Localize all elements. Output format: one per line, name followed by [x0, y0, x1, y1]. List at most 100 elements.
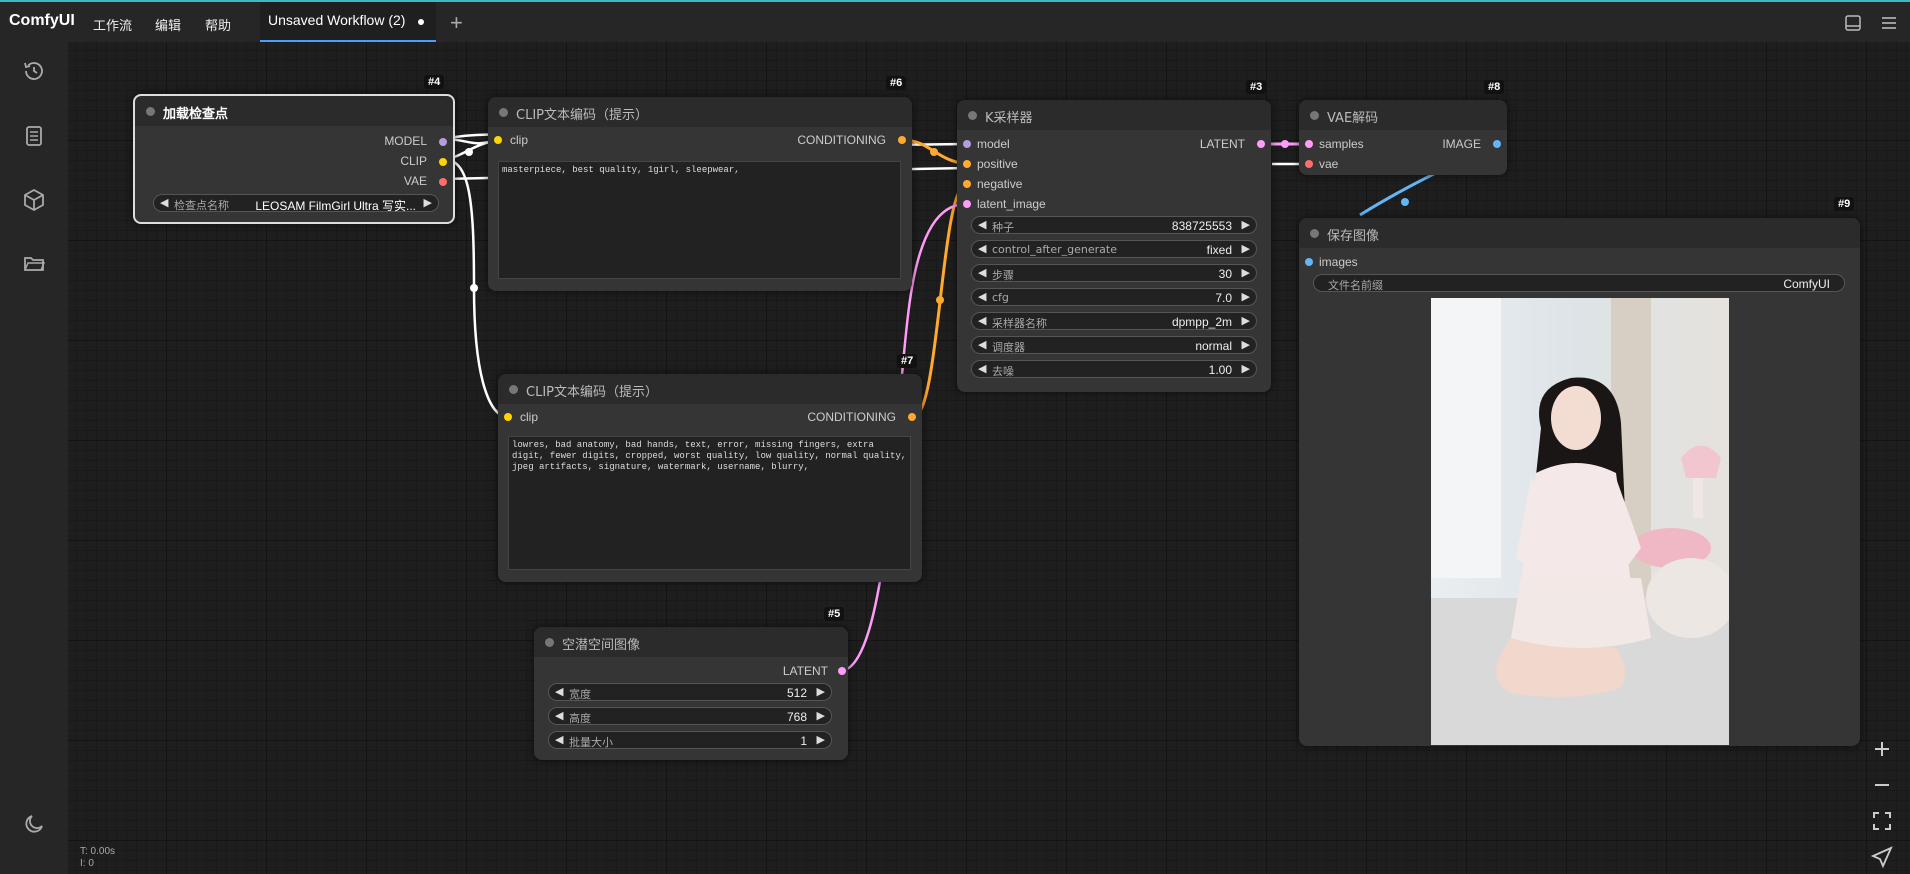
increment-arrow-icon[interactable]: ▶ [1242, 266, 1250, 279]
seed-widget[interactable]: ◀ 种子 838725553 ▶ [971, 216, 1257, 234]
batch-size-widget[interactable]: ◀ 批量大小 1 ▶ [548, 731, 832, 749]
widget-label: 种子 [992, 221, 1014, 234]
node-title: CLIP文本编码（提示） [526, 385, 658, 400]
widget-value: LEOSAM FilmGirl Ultra 写实... [255, 199, 416, 213]
node-header[interactable]: K采样器 [957, 100, 1271, 130]
increment-arrow-icon[interactable]: ▶ [1242, 218, 1250, 231]
node-title: CLIP文本编码（提示） [516, 108, 648, 123]
input-images-slot[interactable] [1305, 258, 1313, 266]
increment-arrow-icon[interactable]: ▶ [817, 709, 825, 722]
increment-arrow-icon[interactable]: ▶ [1242, 314, 1250, 327]
input-samples-slot[interactable] [1305, 140, 1313, 148]
width-widget[interactable]: ◀ 宽度 512 ▶ [548, 683, 832, 701]
node-id-badge: #9 [1834, 197, 1855, 211]
output-clip-slot[interactable] [439, 158, 447, 166]
input-negative-label: negative [977, 177, 1023, 191]
output-conditioning-slot[interactable] [908, 413, 916, 421]
input-latent-image-label: latent_image [977, 197, 1046, 211]
prompt-textarea[interactable]: masterpiece, best quality, 1girl, sleepw… [498, 161, 901, 279]
send-icon[interactable] [1870, 845, 1894, 869]
collapse-dot-icon[interactable] [1310, 111, 1319, 120]
zoom-out-icon[interactable] [1870, 773, 1894, 797]
input-latent-image-slot[interactable] [963, 200, 971, 208]
input-model-slot[interactable] [963, 140, 971, 148]
steps-widget[interactable]: ◀ 步骤 30 ▶ [971, 264, 1257, 282]
increment-arrow-icon[interactable]: ▶ [1242, 242, 1250, 255]
increment-arrow-icon[interactable]: ▶ [1242, 290, 1250, 303]
input-clip-slot[interactable] [504, 413, 512, 421]
decrement-arrow-icon[interactable]: ◀ [555, 709, 563, 722]
decrement-arrow-icon[interactable]: ◀ [978, 314, 986, 327]
decrement-arrow-icon[interactable]: ◀ [160, 196, 168, 209]
decrement-arrow-icon[interactable]: ◀ [978, 218, 986, 231]
node-header[interactable]: VAE解码 [1299, 100, 1507, 130]
decrement-arrow-icon[interactable]: ◀ [555, 733, 563, 746]
input-clip-slot[interactable] [494, 136, 502, 144]
input-vae-slot[interactable] [1305, 160, 1313, 168]
node-clip-text-encode-positive[interactable]: CLIP文本编码（提示） clip CONDITIONING masterpie… [488, 97, 912, 291]
widget-label: control_after_generate [992, 243, 1117, 256]
node-clip-text-encode-negative[interactable]: CLIP文本编码（提示） clip CONDITIONING lowres, b… [498, 374, 922, 582]
increment-arrow-icon[interactable]: ▶ [817, 733, 825, 746]
output-latent-slot[interactable] [838, 667, 846, 675]
collapse-dot-icon[interactable] [146, 107, 155, 116]
increment-arrow-icon[interactable]: ▶ [817, 685, 825, 698]
node-header[interactable]: 保存图像 [1299, 218, 1860, 248]
output-vae-slot[interactable] [439, 178, 447, 186]
node-header[interactable]: CLIP文本编码（提示） [498, 374, 922, 404]
decrement-arrow-icon[interactable]: ◀ [555, 685, 563, 698]
node-id-badge: #4 [424, 75, 445, 89]
decrement-arrow-icon[interactable]: ◀ [978, 290, 986, 303]
node-ksampler[interactable]: K采样器 model positive negative latent_imag… [957, 100, 1271, 392]
decrement-arrow-icon[interactable]: ◀ [978, 242, 986, 255]
ckpt-name-widget[interactable]: ◀ 检查点名称 LEOSAM FilmGirl Ultra 写实... ▶ [153, 194, 439, 213]
widget-value: 512 [786, 686, 807, 700]
output-model-slot[interactable] [439, 138, 447, 146]
filename-prefix-widget[interactable]: 文件名前缀 ComfyUI [1313, 274, 1845, 292]
increment-arrow-icon[interactable]: ▶ [1242, 338, 1250, 351]
input-clip-label: clip [520, 410, 539, 424]
widget-value: normal [1195, 339, 1232, 353]
generated-image-preview[interactable] [1431, 298, 1729, 745]
node-vae-decode[interactable]: VAE解码 samples vae IMAGE [1299, 100, 1507, 175]
node-header[interactable]: 加载检查点 [135, 96, 453, 126]
output-conditioning-label: CONDITIONING [807, 410, 896, 424]
decrement-arrow-icon[interactable]: ◀ [978, 266, 986, 279]
collapse-dot-icon[interactable] [509, 385, 518, 394]
queue-count-text: I: 0 [80, 858, 94, 869]
collapse-dot-icon[interactable] [545, 638, 554, 647]
input-samples-label: samples [1319, 137, 1364, 151]
output-conditioning-slot[interactable] [898, 136, 906, 144]
node-empty-latent-image[interactable]: 空潜空间图像 LATENT ◀ 宽度 512 ▶ ◀ 高度 768 ▶ ◀ 批量大小 1 ▶ [534, 627, 848, 760]
increment-arrow-icon[interactable]: ▶ [424, 196, 432, 209]
height-widget[interactable]: ◀ 高度 768 ▶ [548, 707, 832, 725]
output-latent-slot[interactable] [1257, 140, 1265, 148]
node-load-checkpoint[interactable]: 加载检查点 MODEL CLIP VAE ◀ 检查点名称 LEOSAM Film… [133, 94, 455, 224]
prompt-textarea[interactable]: lowres, bad anatomy, bad hands, text, er… [508, 436, 911, 570]
node-header[interactable]: 空潜空间图像 [534, 627, 848, 657]
zoom-in-icon[interactable] [1870, 737, 1894, 761]
cfg-widget[interactable]: ◀ cfg 7.0 ▶ [971, 288, 1257, 306]
output-image-slot[interactable] [1493, 140, 1501, 148]
output-latent-label: LATENT [1199, 137, 1245, 151]
node-id-badge: #6 [886, 76, 907, 90]
node-save-image[interactable]: 保存图像 images 文件名前缀 ComfyUI [1299, 218, 1860, 746]
input-negative-slot[interactable] [963, 180, 971, 188]
node-id-badge: #3 [1246, 80, 1267, 94]
node-header[interactable]: CLIP文本编码（提示） [488, 97, 912, 127]
scheduler-widget[interactable]: ◀ 调度器 normal ▶ [971, 336, 1257, 354]
denoise-widget[interactable]: ◀ 去噪 1.00 ▶ [971, 360, 1257, 378]
increment-arrow-icon[interactable]: ▶ [1242, 362, 1250, 375]
widget-value: 30 [1218, 267, 1232, 281]
collapse-dot-icon[interactable] [499, 108, 508, 117]
collapse-dot-icon[interactable] [968, 111, 977, 120]
fit-view-icon[interactable] [1870, 809, 1894, 833]
collapse-dot-icon[interactable] [1310, 229, 1319, 238]
decrement-arrow-icon[interactable]: ◀ [978, 362, 986, 375]
widget-value: dpmpp_2m [1171, 315, 1232, 329]
input-positive-slot[interactable] [963, 160, 971, 168]
control-after-generate-widget[interactable]: ◀ control_after_generate fixed ▶ [971, 240, 1257, 258]
sampler-name-widget[interactable]: ◀ 采样器名称 dpmpp_2m ▶ [971, 312, 1257, 330]
node-title: K采样器 [985, 111, 1033, 126]
decrement-arrow-icon[interactable]: ◀ [978, 338, 986, 351]
